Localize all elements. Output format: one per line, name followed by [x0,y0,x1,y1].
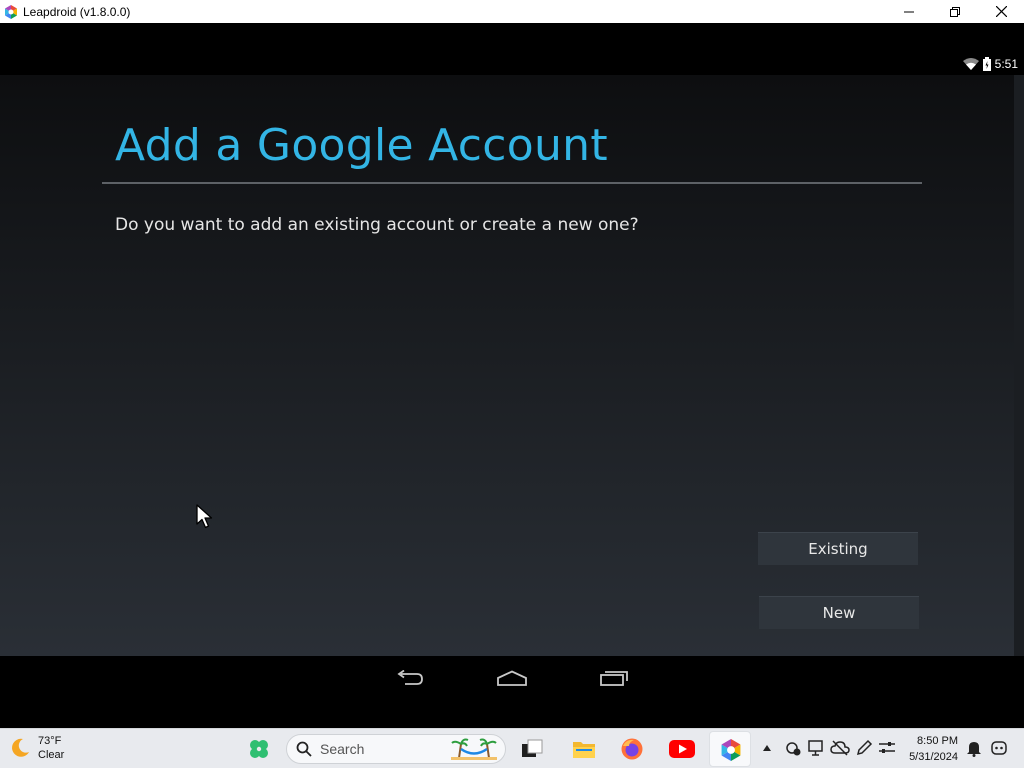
network-icon[interactable] [878,739,896,757]
leapdroid-icon [721,739,741,761]
windows-taskbar: 73°F Clear Search 8:50 PM 5/31/2024 [0,728,1024,768]
minimize-icon [904,11,914,12]
restore-button[interactable] [932,0,978,23]
weather-widget[interactable]: 73°F Clear [8,734,64,762]
side-scroll-track [1014,75,1024,656]
file-explorer-button[interactable] [570,735,598,763]
leapdroid-app-icon [5,4,17,19]
task-view-button[interactable] [518,735,546,763]
weather-temperature: 73°F [38,735,62,747]
youtube-icon [669,740,695,758]
start-button[interactable] [245,735,273,763]
clock-time: 8:50 PM [917,735,958,747]
add-account-screen: Add a Google Account Do you want to add … [0,75,1014,656]
existing-account-button[interactable]: Existing [758,532,918,565]
task-view-icon [522,739,543,757]
display-settings-icon[interactable] [807,739,825,757]
status-time: 5:51 [994,57,1018,71]
recents-icon [600,671,628,686]
wifi-icon [962,58,979,70]
page-title: Add a Google Account [115,120,608,171]
back-icon [397,670,423,685]
taskbar-search[interactable]: Search [286,734,506,764]
minimize-button[interactable] [886,0,932,23]
mouse-pointer-icon [196,504,213,529]
window-title: Leapdroid (v1.8.0.0) [23,4,131,19]
window-titlebar: Leapdroid (v1.8.0.0) [0,0,1024,23]
settings-sync-icon[interactable] [784,739,802,757]
account-question: Do you want to add an existing account o… [115,215,639,235]
recents-button[interactable] [594,666,634,690]
notification-bell-icon[interactable] [966,739,982,757]
firefox-icon [621,738,643,760]
moon-icon [12,738,29,757]
cloud-offline-icon[interactable] [830,739,850,757]
close-icon [995,6,1007,17]
android-navigation-bar [0,656,1024,728]
show-hidden-icons-chevron-up-icon[interactable] [762,744,772,752]
weather-condition: Clear [38,749,65,761]
leapdroid-taskbar-button[interactable] [709,731,751,767]
heading-divider [102,182,922,184]
folder-icon [573,742,595,758]
search-icon [296,741,312,757]
pen-icon[interactable] [855,739,873,757]
home-button[interactable] [492,666,532,690]
beach-hammock-icon [451,738,497,760]
taskbar-clock[interactable]: 8:50 PM 5/31/2024 [902,733,958,765]
search-placeholder: Search [320,741,365,757]
close-button[interactable] [978,0,1024,23]
back-button[interactable] [390,666,430,690]
new-account-button[interactable]: New [759,596,919,629]
android-status-bar: 5:51 [0,23,1024,75]
android-screen: 5:51 Add a Google Account Do you want to… [0,23,1024,728]
clover-start-icon [250,740,268,758]
clock-date: 5/31/2024 [909,751,958,763]
firefox-button[interactable] [618,735,646,763]
restore-icon [950,6,960,17]
youtube-button[interactable] [668,735,696,763]
home-icon [497,670,527,686]
copilot-icon[interactable] [990,739,1008,757]
battery-icon [982,57,991,71]
